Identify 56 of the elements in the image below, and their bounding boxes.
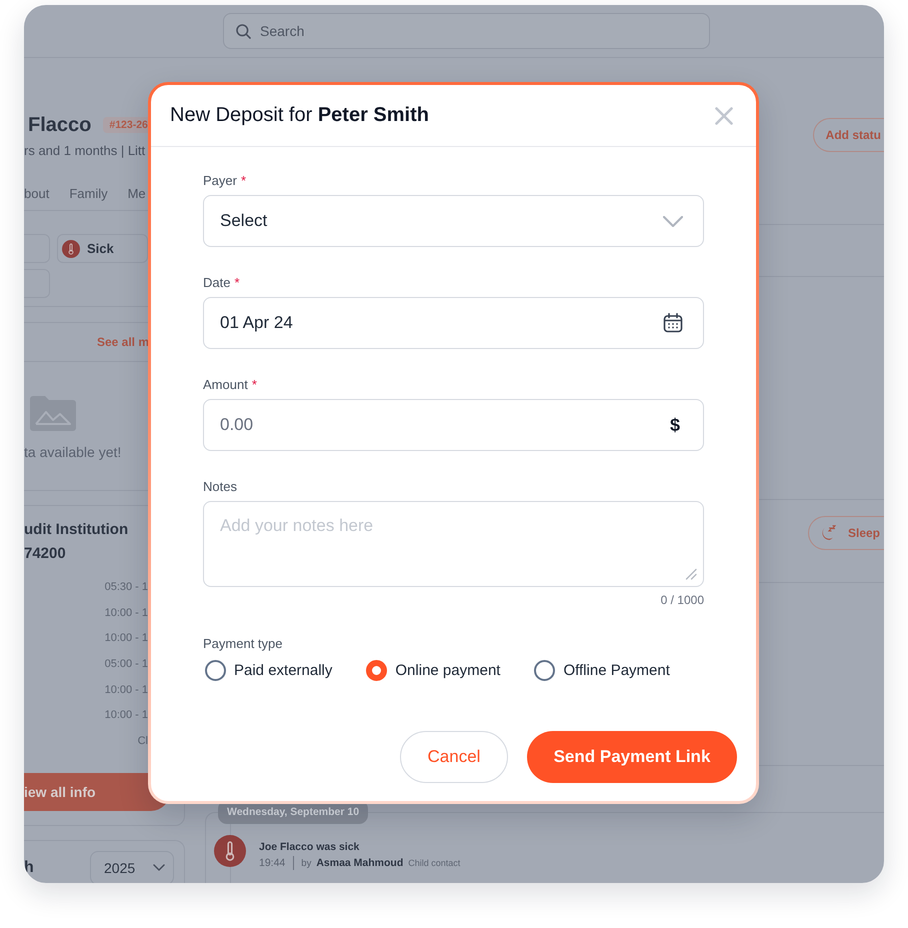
radio-icon[interactable] (366, 660, 388, 681)
field-label: Date * (203, 275, 241, 291)
author-name: Asmaa Mahmoud (316, 857, 404, 869)
hours-text: 10:00 - 1 (104, 606, 148, 621)
entry-time: 19:44 (259, 857, 286, 869)
resize-handle-icon[interactable] (685, 568, 697, 580)
dialog-title: New Deposit for Peter Smith (170, 104, 429, 127)
field-label: Payment type (203, 636, 282, 652)
year-select[interactable]: 2025 (90, 850, 174, 883)
profile-tab[interactable]: Family (69, 178, 108, 210)
character-counter: 0 / 1000 (660, 593, 704, 607)
chevron-down-icon (153, 864, 165, 872)
institution-number: 74200 (24, 544, 67, 564)
entry-by-text: by (301, 858, 312, 868)
chevron-down-icon (663, 216, 683, 226)
child-name: Flacco (28, 114, 92, 136)
notes-field[interactable]: Add your notes here (203, 501, 704, 587)
empty-state-text: ta available yet! (24, 444, 122, 460)
hours-text: Cl (138, 734, 148, 750)
payment-type-radio[interactable]: Online payment (364, 660, 500, 681)
id-badge: #123-26 (103, 117, 148, 133)
image-folder-icon (30, 395, 76, 431)
profile-tab[interactable]: bout (24, 178, 50, 210)
thermometer-icon (62, 240, 80, 258)
close-button[interactable] (715, 106, 733, 124)
radio-icon[interactable] (534, 660, 556, 681)
close-icon (715, 106, 733, 124)
institution-name: udit Institution (24, 520, 130, 540)
cancel-button[interactable]: Cancel (400, 731, 508, 783)
payment-type-radio[interactable]: Paid externally (203, 660, 332, 681)
currency-symbol: $ (670, 414, 680, 436)
calendar-icon (663, 313, 683, 333)
search-icon (236, 24, 251, 38)
send-payment-link-button[interactable]: Send Payment Link (527, 731, 737, 783)
entry-title: Joe Flacco was sick (259, 840, 360, 854)
moon-icon (820, 525, 836, 541)
date-field[interactable]: 01 Apr 24 (203, 297, 704, 349)
profile-subtitle: rs and 1 months | Litt (24, 142, 146, 160)
sleep-button[interactable]: Sleep (808, 516, 884, 550)
hours-text: 10:00 - 1 (104, 682, 148, 698)
thermometer-icon (214, 835, 246, 867)
author-role: Child contact (408, 858, 460, 868)
hours-text: 10:00 - 1 (104, 708, 148, 724)
status-chip[interactable]: Sick (57, 234, 148, 263)
payment-type-radio[interactable]: Offline Payment (532, 660, 670, 681)
select-field[interactable]: Select (203, 195, 704, 247)
profile-tab[interactable]: Me (128, 178, 146, 210)
search-field[interactable]: Search (223, 13, 710, 49)
hours-text: 10:00 - 1 (104, 631, 148, 646)
hours-text: 05:30 - 1 (104, 580, 148, 595)
add-status-button[interactable]: Add statu (812, 118, 884, 152)
hours-text: 05:00 - 1 (104, 657, 148, 672)
field-label: Payer * (203, 173, 248, 189)
radio-icon[interactable] (205, 660, 226, 681)
field-label: Notes (203, 479, 238, 495)
field-label: Amount * (203, 377, 258, 393)
